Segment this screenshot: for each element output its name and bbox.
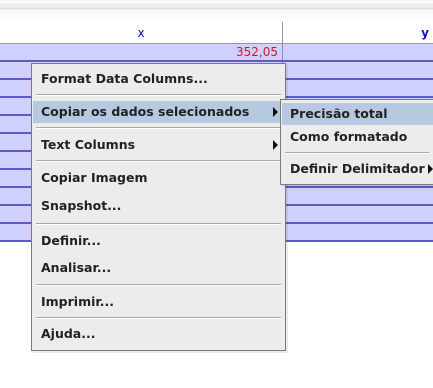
menu-item-text-columns[interactable]: Text Columns [33, 134, 284, 156]
menu-separator [36, 94, 281, 96]
menu-separator [285, 152, 429, 154]
menu-item-label: Analisar... [41, 260, 112, 275]
menu-item-copy-selected-data[interactable]: Copiar os dados selecionados [33, 101, 284, 123]
submenu-arrow-icon [428, 164, 433, 174]
menu-item-label: Snapshot... [41, 198, 122, 213]
menu-separator [36, 317, 281, 319]
menu-item-format-data-columns[interactable]: Format Data Columns... [33, 68, 284, 90]
submenu-arrow-icon [273, 107, 278, 117]
menu-item-copy-image[interactable]: Copiar Imagem [33, 167, 284, 189]
menu-item-label: Copiar Imagem [41, 170, 148, 185]
menu-item-help[interactable]: Ajuda... [33, 323, 284, 345]
menu-item-label: Definir Delimitador [290, 161, 425, 176]
submenu-arrow-icon [273, 140, 278, 150]
menu-item-label: Text Columns [41, 137, 136, 152]
menu-item-analyze[interactable]: Analisar... [33, 257, 284, 279]
menu-item-label: Format Data Columns... [41, 71, 208, 86]
cell-x-value[interactable]: 352,05 [0, 44, 283, 60]
menu-separator [36, 160, 281, 162]
menu-item-label: Como formatado [290, 129, 408, 144]
context-menu: Format Data Columns... Copiar os dados s… [31, 63, 286, 351]
menu-item-label: Ajuda... [41, 326, 96, 341]
submenu-item-full-precision[interactable]: Precisão total [282, 103, 433, 125]
column-header-x[interactable]: x [0, 22, 283, 44]
table-row[interactable]: 352,05 [0, 44, 433, 62]
copy-submenu: Precisão total Como formatado Definir De… [280, 99, 433, 185]
menu-item-label: Imprimir... [41, 294, 115, 309]
menu-separator [36, 223, 281, 225]
menu-separator [36, 127, 281, 129]
menu-separator [36, 284, 281, 286]
column-header-y[interactable]: y [283, 22, 433, 44]
menu-item-label: Definir... [41, 233, 101, 248]
menu-item-define[interactable]: Definir... [33, 230, 284, 252]
table-top-border [0, 0, 433, 22]
menu-item-snapshot[interactable]: Snapshot... [33, 195, 284, 217]
menu-item-label: Precisão total [290, 106, 388, 121]
submenu-item-set-delimiter[interactable]: Definir Delimitador [282, 158, 433, 180]
menu-item-print[interactable]: Imprimir... [33, 291, 284, 313]
menu-item-label: Copiar os dados selecionados [41, 104, 250, 119]
submenu-item-as-formatted[interactable]: Como formatado [282, 126, 433, 148]
